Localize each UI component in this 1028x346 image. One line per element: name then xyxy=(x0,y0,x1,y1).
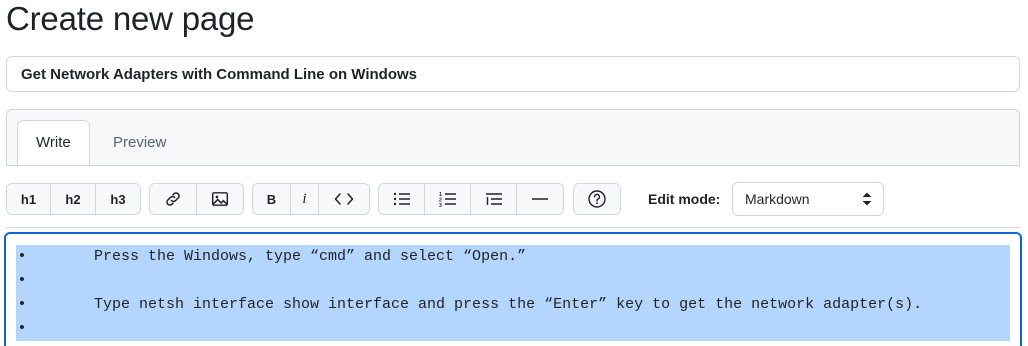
horizontal-rule-button[interactable] xyxy=(517,184,563,214)
line-bullet: • xyxy=(17,320,27,337)
editor-line: • xyxy=(16,269,1010,293)
page-title-input[interactable] xyxy=(6,56,1020,92)
ordered-list-button[interactable]: 123 xyxy=(425,184,471,214)
tab-write[interactable]: Write xyxy=(17,120,90,167)
insert-button-group xyxy=(149,183,244,215)
help-button[interactable] xyxy=(574,184,620,214)
h1-button[interactable]: h1 xyxy=(7,184,51,214)
line-bullet: • xyxy=(17,296,27,313)
line-bullet: • xyxy=(17,272,27,289)
edit-mode-label: Edit mode: xyxy=(648,191,721,207)
ordered-list-icon: 123 xyxy=(439,191,457,207)
h3-button[interactable]: h3 xyxy=(96,184,140,214)
code-icon xyxy=(334,191,354,207)
task-list-button[interactable] xyxy=(471,184,517,214)
select-caret-icon xyxy=(861,191,873,210)
list-button-group: 123 xyxy=(378,183,564,215)
editor-line: • xyxy=(16,317,1010,341)
heading-button-group: h1 h2 h3 xyxy=(6,183,141,215)
italic-button[interactable]: i xyxy=(291,184,319,214)
page-title: Create new page xyxy=(6,0,255,37)
horizontal-rule-icon xyxy=(531,191,549,207)
line-text: Press the Windows, type “cmd” and select… xyxy=(94,248,527,265)
editor-tab-bar: Write Preview xyxy=(6,109,1020,167)
image-button[interactable] xyxy=(197,184,243,214)
tab-preview[interactable]: Preview xyxy=(95,120,184,166)
tab-divider xyxy=(6,165,1020,166)
link-icon xyxy=(164,190,182,208)
editor-line: • Press the Windows, type “cmd” and sele… xyxy=(16,245,1010,269)
link-button[interactable] xyxy=(150,184,197,214)
image-icon xyxy=(211,190,229,208)
line-bullet: • xyxy=(17,248,27,265)
svg-text:3: 3 xyxy=(439,203,442,207)
editor-textarea[interactable]: • Press the Windows, type “cmd” and sele… xyxy=(4,232,1022,346)
h2-button[interactable]: h2 xyxy=(51,184,96,214)
question-icon xyxy=(587,189,607,209)
format-button-group: B i xyxy=(252,183,370,215)
editor-line: • Type netsh interface show interface an… xyxy=(16,293,1010,317)
task-list-icon xyxy=(485,191,503,207)
code-button[interactable] xyxy=(319,184,369,214)
edit-mode-select[interactable]: Markdown xyxy=(732,182,884,216)
help-button-group xyxy=(573,183,621,215)
edit-mode-value: Markdown xyxy=(745,191,810,207)
toolbar-divider xyxy=(6,227,1020,228)
unordered-list-button[interactable] xyxy=(379,184,425,214)
unordered-list-icon xyxy=(393,191,411,207)
bold-button[interactable]: B xyxy=(253,184,291,214)
line-text: Type netsh interface show interface and … xyxy=(94,296,923,313)
